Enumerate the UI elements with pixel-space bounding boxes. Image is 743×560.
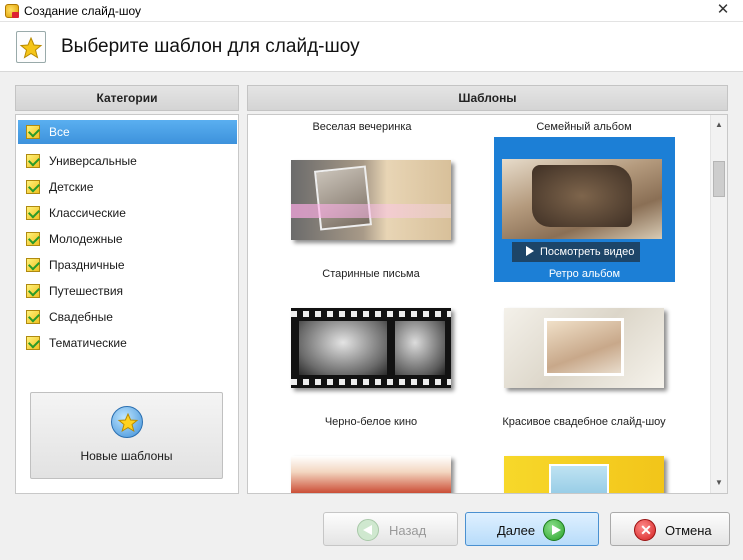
checklist-icon	[26, 154, 40, 168]
category-item-travel[interactable]: Путешествия	[18, 279, 237, 303]
template-thumbnail	[504, 308, 664, 388]
category-item-wedding[interactable]: Свадебные	[18, 305, 237, 329]
back-arrow-icon	[357, 519, 379, 541]
template-caption: Старинные письма	[322, 268, 420, 280]
scroll-up-icon[interactable]: ▲	[711, 117, 727, 133]
template-thumbnail-partial[interactable]	[291, 456, 451, 493]
preview-label: Посмотреть видео	[540, 246, 635, 258]
category-label: Все	[49, 125, 70, 139]
back-button[interactable]: Назад	[323, 512, 458, 546]
dialog-header: Выберите шаблон для слайд-шоу	[0, 22, 743, 72]
window-title: Создание слайд-шоу	[24, 4, 141, 18]
play-icon	[526, 246, 534, 256]
templates-grid: Веселая вечеринка Семейный альбом Старин…	[247, 114, 728, 494]
preview-video-button[interactable]: Посмотреть видео	[512, 242, 640, 262]
template-caption: Красивое свадебное слайд-шоу	[502, 416, 666, 428]
cancel-icon: ✕	[634, 519, 656, 541]
category-label: Тематические	[49, 336, 127, 350]
category-label: Универсальные	[49, 154, 137, 168]
template-thumbnail	[291, 308, 451, 388]
scroll-down-icon[interactable]: ▼	[711, 475, 727, 491]
close-icon[interactable]: ✕	[713, 1, 733, 19]
template-caption: Веселая вечеринка	[312, 121, 412, 133]
template-tile-retro-album[interactable]: Посмотреть видео Ретро альбом	[494, 137, 675, 282]
checklist-icon	[26, 232, 40, 246]
category-label: Классические	[49, 206, 126, 220]
category-item-classic[interactable]: Классические	[18, 201, 237, 225]
template-thumbnail	[291, 160, 451, 240]
checklist-icon	[26, 125, 40, 139]
app-icon	[5, 4, 19, 18]
categories-heading: Категории	[15, 85, 239, 111]
checklist-icon	[26, 180, 40, 194]
new-templates-label: Новые шаблоны	[80, 449, 173, 463]
checklist-icon	[26, 258, 40, 272]
category-item-youth[interactable]: Молодежные	[18, 227, 237, 251]
category-item-all[interactable]: Все	[18, 120, 237, 144]
checklist-icon	[26, 310, 40, 324]
new-templates-button[interactable]: Новые шаблоны	[30, 392, 223, 479]
scrollbar-thumb[interactable]	[713, 161, 725, 197]
globe-star-icon	[111, 406, 143, 438]
templates-heading: Шаблоны	[247, 85, 728, 111]
template-thumbnail-partial[interactable]	[504, 456, 664, 493]
cancel-button[interactable]: ✕ Отмена	[610, 512, 730, 546]
checklist-icon	[26, 284, 40, 298]
checklist-icon	[26, 336, 40, 350]
page-title: Выберите шаблон для слайд-шоу	[61, 36, 360, 57]
category-label: Молодежные	[49, 232, 123, 246]
slideshow-star-icon	[16, 31, 46, 63]
cancel-label: Отмена	[665, 523, 712, 538]
category-item-kids[interactable]: Детские	[18, 175, 237, 199]
next-arrow-icon	[543, 519, 565, 541]
category-item-universal[interactable]: Универсальные	[18, 149, 237, 173]
category-item-thematic[interactable]: Тематические	[18, 331, 237, 355]
template-thumbnail	[502, 159, 662, 239]
template-caption: Семейный альбом	[536, 121, 632, 133]
checklist-icon	[26, 206, 40, 220]
category-label: Праздничные	[49, 258, 125, 272]
templates-scrollbar[interactable]: ▲ ▼	[710, 115, 727, 493]
category-label: Детские	[49, 180, 94, 194]
template-caption: Ретро альбом	[548, 268, 621, 280]
back-label: Назад	[389, 523, 427, 538]
category-label: Свадебные	[49, 310, 113, 324]
next-label: Далее	[497, 523, 536, 538]
window-titlebar: Создание слайд-шоу ✕	[0, 0, 743, 22]
category-item-holiday[interactable]: Праздничные	[18, 253, 237, 277]
category-label: Путешествия	[49, 284, 124, 298]
next-button[interactable]: Далее	[465, 512, 599, 546]
template-caption: Черно-белое кино	[324, 416, 418, 428]
